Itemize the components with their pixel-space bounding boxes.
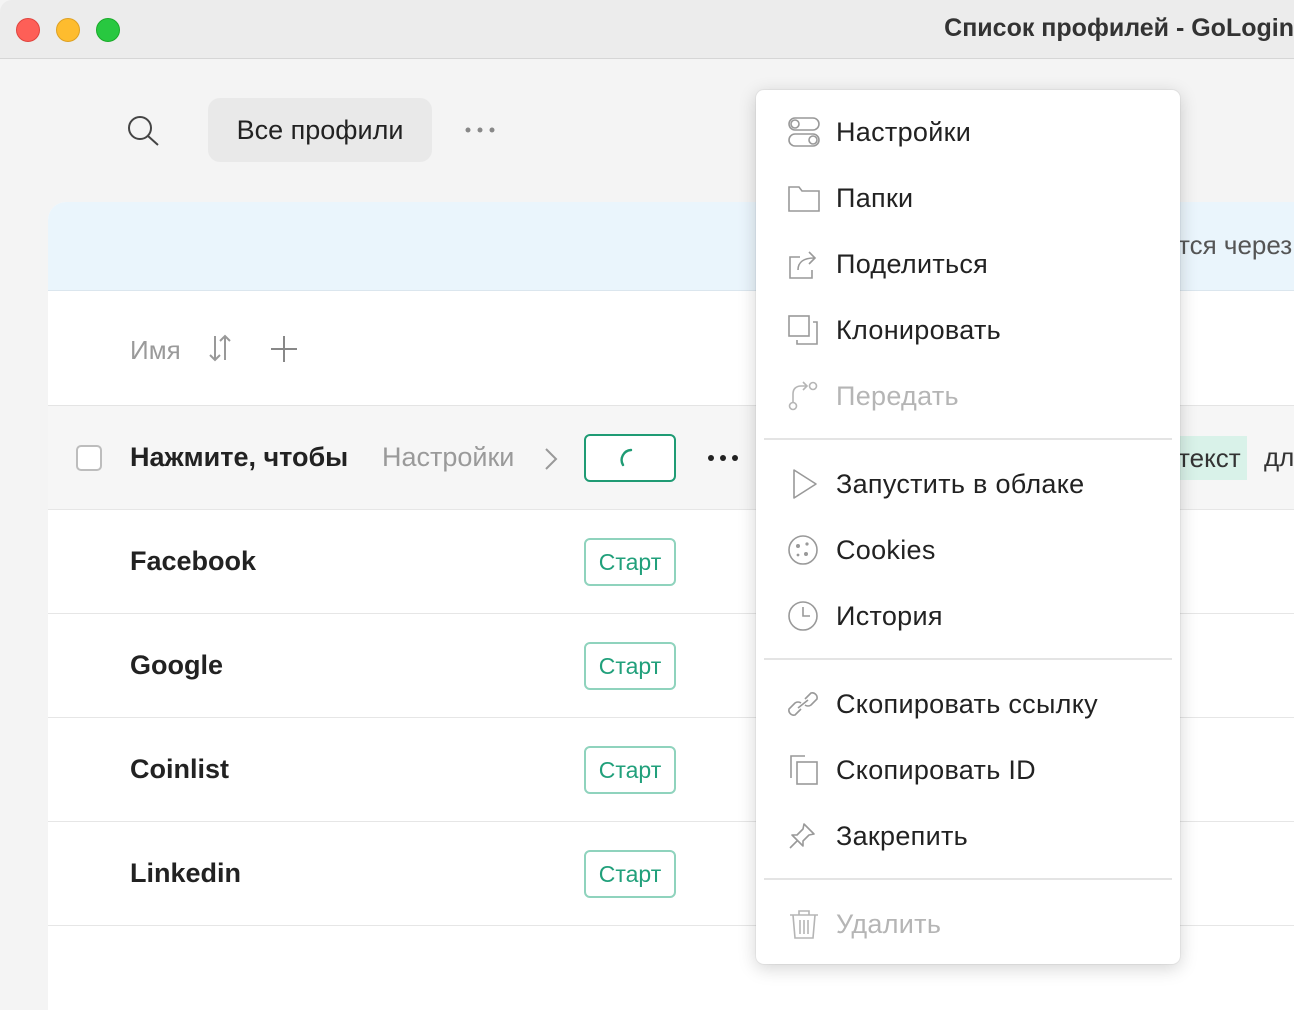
profile-name[interactable]: Google	[130, 650, 223, 681]
menu-item-copy-id[interactable]: Скопировать ID	[756, 740, 1180, 800]
note-tag: текст	[1178, 436, 1247, 480]
menu-item-label: Передать	[836, 381, 959, 411]
banner-text: тся через	[1178, 230, 1293, 260]
pin-icon	[786, 820, 822, 852]
window-title: Список профилей - GoLogin	[944, 14, 1294, 42]
menu-item-pin[interactable]: Закрепить	[756, 806, 1180, 866]
minimize-window-button[interactable]	[56, 18, 80, 42]
menu-item-cookies[interactable]: Cookies	[756, 520, 1180, 580]
maximize-window-button[interactable]	[96, 18, 120, 42]
menu-item-label: Скопировать ID	[836, 755, 1036, 785]
start-button[interactable]: Старт	[584, 746, 676, 794]
menu-item-history[interactable]: История	[756, 586, 1180, 646]
profile-name[interactable]: Coinlist	[130, 754, 229, 785]
menu-item-label: История	[836, 601, 943, 631]
chevron-right-icon	[542, 446, 560, 472]
sort-icon[interactable]	[208, 333, 232, 363]
menu-item-label: Cookies	[836, 535, 936, 565]
menu-item-delete: Удалить	[756, 894, 1180, 954]
title-bar: Список профилей - GoLogin	[0, 0, 1294, 59]
menu-item-label: Поделиться	[836, 249, 989, 279]
profile-name[interactable]: Facebook	[130, 546, 256, 577]
menu-item-clone[interactable]: Клонировать	[756, 300, 1180, 360]
close-window-button[interactable]	[16, 18, 40, 42]
row-checkbox[interactable]	[76, 445, 102, 471]
menu-divider	[764, 878, 1172, 880]
link-icon	[786, 688, 822, 720]
profile-name[interactable]: Linkedin	[130, 858, 241, 889]
start-button[interactable]: Старт	[584, 850, 676, 898]
profile-name[interactable]: Нажмите, чтобы	[130, 442, 348, 473]
folder-icon	[786, 182, 822, 214]
clone-icon	[786, 314, 822, 346]
trash-icon	[786, 908, 822, 940]
menu-item-label: Настройки	[836, 117, 972, 147]
search-icon[interactable]	[126, 114, 164, 148]
menu-item-share[interactable]: Поделиться	[756, 234, 1180, 294]
loading-spinner-icon	[620, 448, 633, 467]
note-text: дл	[1264, 442, 1294, 472]
menu-item-label: Папки	[836, 183, 914, 213]
cookie-icon	[786, 534, 822, 566]
clock-icon	[786, 600, 822, 632]
start-button[interactable]	[584, 434, 676, 482]
menu-item-label: Закрепить	[836, 821, 969, 851]
share-icon	[786, 248, 822, 280]
menu-item-label: Скопировать ссылку	[836, 689, 1098, 719]
transfer-icon	[786, 380, 822, 412]
menu-item-label: Клонировать	[836, 315, 1002, 345]
menu-divider	[764, 658, 1172, 660]
copy-icon	[786, 754, 822, 786]
add-column-icon[interactable]	[270, 335, 298, 363]
tab-all-profiles[interactable]: Все профили	[208, 98, 432, 162]
menu-item-copy-link[interactable]: Скопировать ссылку	[756, 674, 1180, 734]
menu-item-folders[interactable]: Папки	[756, 168, 1180, 228]
start-button[interactable]: Старт	[584, 538, 676, 586]
more-icon[interactable]	[462, 118, 498, 142]
menu-item-transfer: Передать	[756, 366, 1180, 426]
column-name-header[interactable]: Имя	[130, 335, 181, 366]
profile-context-menu: Настройки Папки Поделиться Клонировать П…	[756, 90, 1180, 964]
menu-item-label: Запустить в облаке	[836, 469, 1085, 499]
row-more-icon[interactable]	[706, 448, 740, 468]
menu-item-settings[interactable]: Настройки	[756, 102, 1180, 162]
menu-divider	[764, 438, 1172, 440]
menu-item-label: Удалить	[836, 909, 942, 939]
start-button[interactable]: Старт	[584, 642, 676, 690]
toggles-icon	[786, 116, 822, 148]
menu-item-run-in-cloud[interactable]: Запустить в облаке	[756, 454, 1180, 514]
play-icon	[786, 468, 822, 500]
profile-settings-link[interactable]: Настройки	[382, 442, 514, 473]
